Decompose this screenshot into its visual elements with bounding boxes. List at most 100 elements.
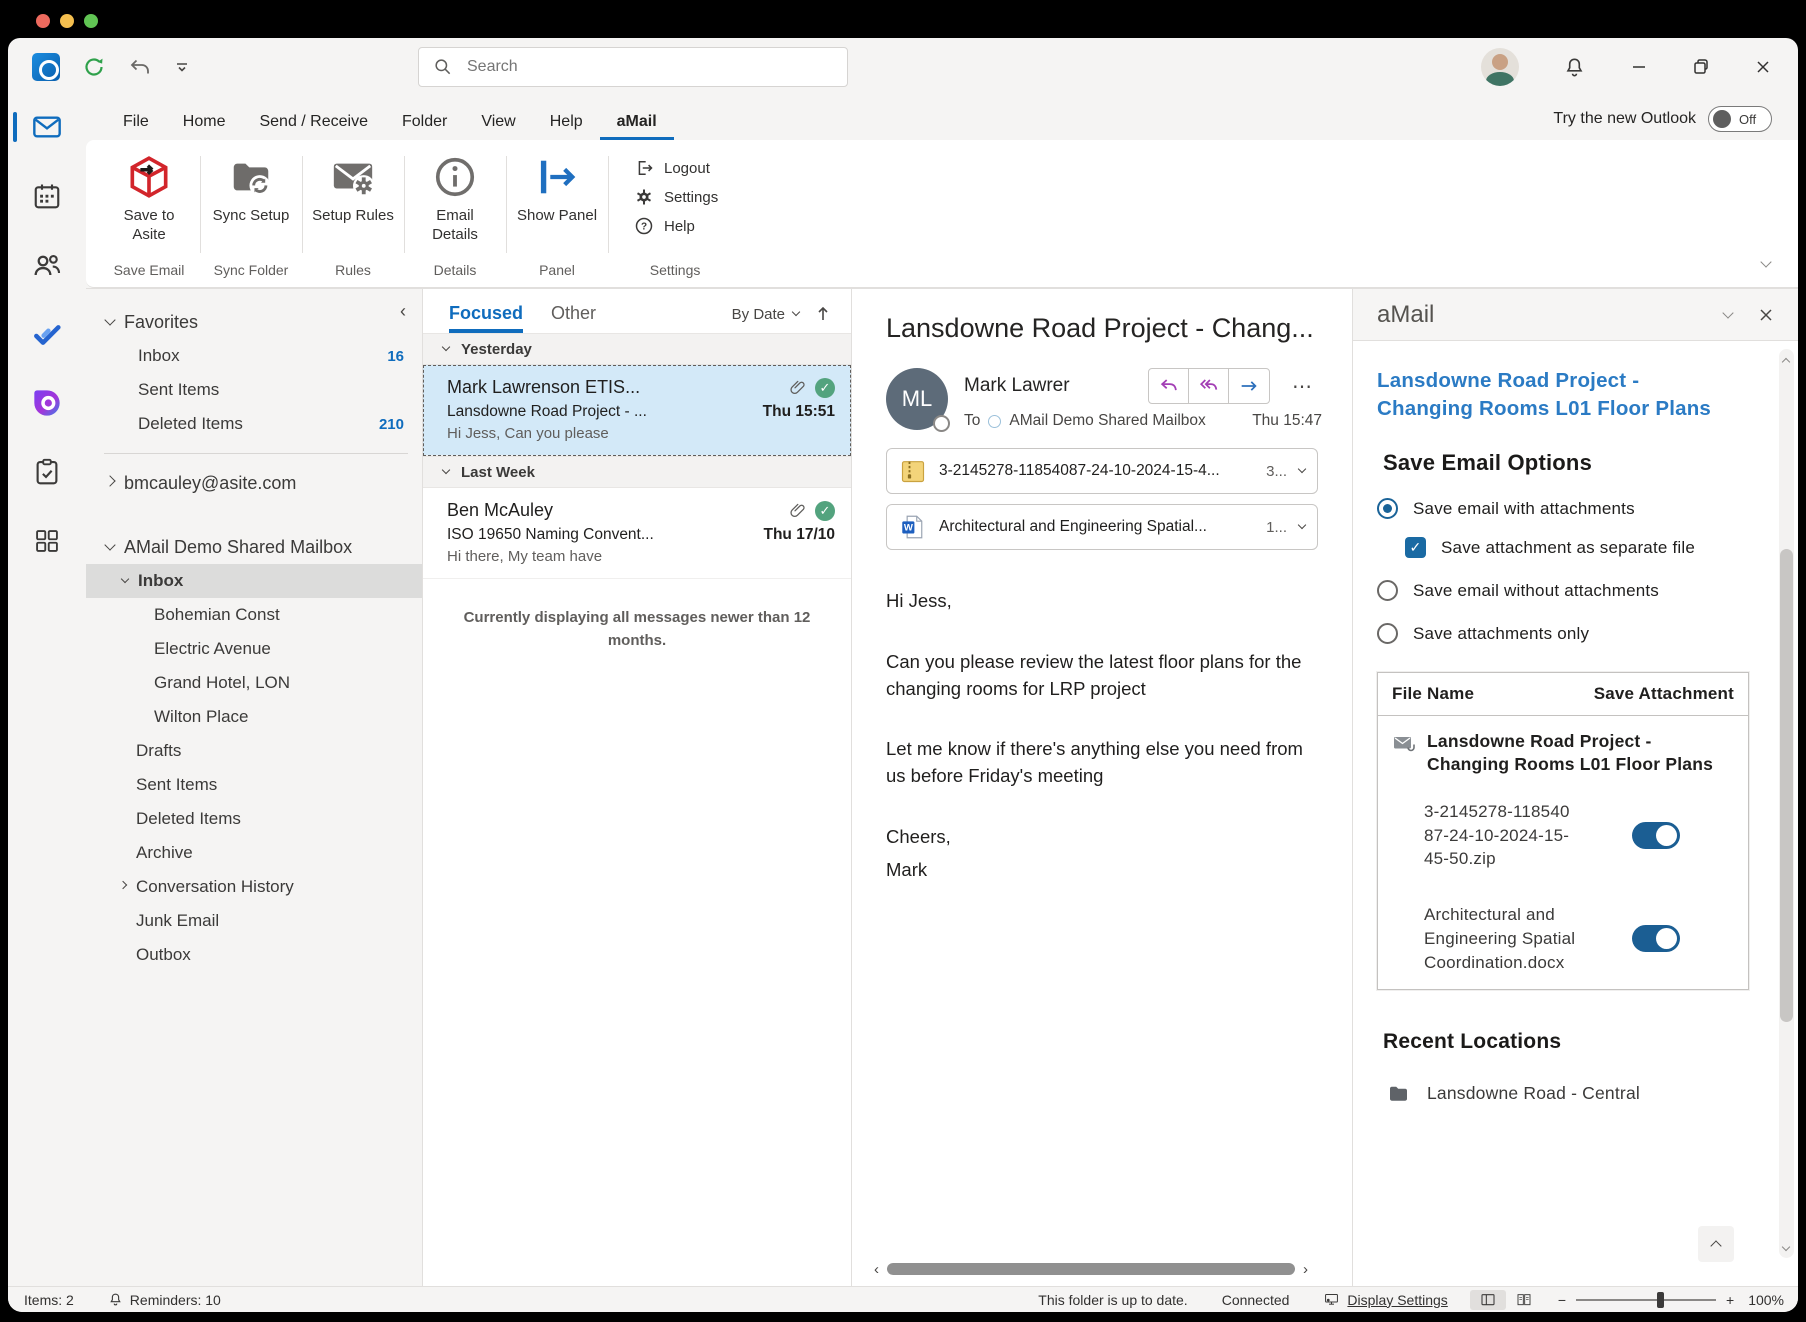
folder-deleted-items[interactable]: Deleted Items bbox=[86, 802, 422, 836]
favorite-sent-items[interactable]: Sent Items bbox=[86, 373, 422, 407]
zoom-slider-thumb[interactable] bbox=[1657, 1292, 1664, 1308]
folder-electric-avenue[interactable]: Electric Avenue bbox=[86, 632, 422, 666]
close-window-icon[interactable] bbox=[36, 14, 50, 28]
panel-close-icon[interactable] bbox=[1758, 307, 1774, 323]
tab-view[interactable]: View bbox=[464, 104, 532, 140]
zoom-out-button[interactable]: − bbox=[1558, 1292, 1566, 1308]
reply-all-button[interactable] bbox=[1189, 369, 1229, 403]
folder-inbox-selected[interactable]: Inbox bbox=[86, 564, 422, 598]
folder-outbox[interactable]: Outbox bbox=[86, 938, 422, 972]
customize-toolbar-icon[interactable] bbox=[174, 59, 190, 75]
folder-conversation-history[interactable]: Conversation History bbox=[86, 870, 422, 904]
scrollbar-thumb[interactable] bbox=[1780, 549, 1793, 1022]
group-header-last-week[interactable]: Last Week bbox=[423, 456, 851, 488]
sender-avatar[interactable]: ML bbox=[886, 368, 948, 430]
recent-location-item[interactable]: Lansdowne Road - Central bbox=[1387, 1082, 1748, 1106]
scrollbar-thumb[interactable] bbox=[887, 1263, 1295, 1275]
save-to-asite-button[interactable]: Save to Asite bbox=[102, 148, 196, 245]
recipient-name[interactable]: AMail Demo Shared Mailbox bbox=[1009, 412, 1205, 430]
user-avatar[interactable] bbox=[1481, 48, 1519, 86]
reply-button[interactable] bbox=[1149, 369, 1189, 403]
favorite-inbox[interactable]: Inbox 16 bbox=[86, 339, 422, 373]
folder-junk-email[interactable]: Junk Email bbox=[86, 904, 422, 938]
tab-focused[interactable]: Focused bbox=[449, 303, 523, 333]
tab-file[interactable]: File bbox=[106, 104, 166, 140]
attachment-chip-zip[interactable]: 3-2145278-11854087-24-10-2024-15-4... 3.… bbox=[886, 448, 1318, 494]
radio-selected-icon[interactable] bbox=[1377, 498, 1398, 519]
email-details-button[interactable]: Email Details bbox=[408, 148, 502, 245]
folder-archive[interactable]: Archive bbox=[86, 836, 422, 870]
rail-apps-icon[interactable] bbox=[27, 524, 67, 558]
chevron-right-icon[interactable] bbox=[119, 881, 127, 889]
show-panel-button[interactable]: Show Panel bbox=[510, 148, 604, 226]
sort-by-date-dropdown[interactable]: By Date bbox=[732, 305, 831, 333]
folder-grand-hotel[interactable]: Grand Hotel, LON bbox=[86, 666, 422, 700]
tab-home[interactable]: Home bbox=[166, 104, 243, 140]
horizontal-scrollbar[interactable]: ‹ › bbox=[874, 1260, 1308, 1278]
option-save-separate-file[interactable]: ✓ Save attachment as separate file bbox=[1405, 537, 1748, 558]
rail-todo-icon[interactable] bbox=[27, 317, 67, 351]
account-node[interactable]: bmcauley@asite.com bbox=[86, 466, 422, 500]
scroll-down-icon[interactable] bbox=[1782, 1243, 1790, 1251]
chevron-down-icon[interactable] bbox=[1298, 521, 1306, 529]
fullscreen-window-icon[interactable] bbox=[84, 14, 98, 28]
undo-icon[interactable] bbox=[128, 55, 152, 79]
sync-setup-button[interactable]: Sync Setup bbox=[204, 148, 298, 226]
folder-drafts[interactable]: Drafts bbox=[86, 734, 422, 768]
more-actions-button[interactable]: ⋯ bbox=[1282, 369, 1322, 403]
shared-mailbox-node[interactable]: AMail Demo Shared Mailbox bbox=[86, 530, 422, 564]
tab-help[interactable]: Help bbox=[533, 104, 600, 140]
attachment-chip-word[interactable]: W Architectural and Engineering Spatial.… bbox=[886, 504, 1318, 550]
minimize-window-icon[interactable] bbox=[60, 14, 74, 28]
sort-ascending-icon[interactable] bbox=[815, 305, 831, 323]
setup-rules-button[interactable]: Setup Rules bbox=[306, 148, 400, 226]
chevron-right-icon[interactable] bbox=[104, 475, 115, 486]
option-save-with-attachments[interactable]: Save email with attachments bbox=[1377, 498, 1748, 519]
panel-scrollbar[interactable] bbox=[1779, 349, 1794, 1258]
send-receive-refresh-icon[interactable] bbox=[82, 55, 106, 79]
close-button[interactable] bbox=[1754, 58, 1772, 76]
tab-folder[interactable]: Folder bbox=[385, 104, 464, 140]
reading-view-button[interactable] bbox=[1506, 1290, 1542, 1310]
chevron-down-icon[interactable] bbox=[1298, 465, 1306, 473]
reading-pane-view-button[interactable] bbox=[1470, 1290, 1506, 1310]
reminders-status[interactable]: Reminders: 10 bbox=[108, 1292, 221, 1308]
chevron-down-icon[interactable] bbox=[104, 314, 115, 325]
rail-mail-icon[interactable] bbox=[27, 110, 67, 144]
new-outlook-toggle[interactable]: Off bbox=[1708, 106, 1772, 132]
zoom-in-button[interactable]: + bbox=[1726, 1292, 1734, 1308]
rail-tasks-icon[interactable] bbox=[27, 455, 67, 489]
checkbox-checked-icon[interactable]: ✓ bbox=[1405, 537, 1426, 558]
option-save-attachments-only[interactable]: Save attachments only bbox=[1377, 623, 1748, 644]
display-settings-button[interactable]: Display Settings bbox=[1323, 1292, 1447, 1308]
tab-other[interactable]: Other bbox=[551, 303, 596, 333]
collapse-folder-pane-icon[interactable]: ‹ bbox=[400, 301, 406, 322]
folder-sent-items[interactable]: Sent Items bbox=[86, 768, 422, 802]
search-bar[interactable] bbox=[418, 47, 848, 87]
scroll-to-top-button[interactable] bbox=[1698, 1226, 1734, 1262]
scroll-up-icon[interactable] bbox=[1782, 358, 1790, 366]
save-attachment-toggle[interactable] bbox=[1632, 822, 1680, 849]
scroll-left-arrow[interactable]: ‹ bbox=[874, 1261, 879, 1278]
chevron-down-icon[interactable] bbox=[121, 575, 129, 583]
settings-button[interactable]: Settings bbox=[634, 187, 718, 207]
rail-people-icon[interactable] bbox=[27, 248, 67, 282]
outlook-app-icon[interactable] bbox=[32, 53, 60, 81]
scroll-right-arrow[interactable]: › bbox=[1303, 1261, 1308, 1278]
help-button[interactable]: ? Help bbox=[634, 216, 695, 236]
option-save-without-attachments[interactable]: Save email without attachments bbox=[1377, 580, 1748, 601]
folder-wilton-place[interactable]: Wilton Place bbox=[86, 700, 422, 734]
radio-icon[interactable] bbox=[1377, 580, 1398, 601]
email-list-item[interactable]: Ben McAuley ✓ ISO 19650 Naming Convent..… bbox=[423, 488, 851, 579]
favorites-header[interactable]: Favorites bbox=[86, 305, 422, 339]
minimize-button[interactable] bbox=[1630, 58, 1648, 76]
logout-button[interactable]: Logout bbox=[634, 158, 710, 178]
forward-button[interactable] bbox=[1229, 369, 1269, 403]
zoom-slider[interactable] bbox=[1576, 1299, 1716, 1301]
search-input[interactable] bbox=[465, 57, 833, 77]
notifications-bell-icon[interactable] bbox=[1563, 56, 1586, 79]
panel-collapse-icon[interactable] bbox=[1722, 307, 1733, 318]
zoom-level[interactable]: 100% bbox=[1748, 1292, 1784, 1308]
folder-bohemian-const[interactable]: Bohemian Const bbox=[86, 598, 422, 632]
tab-send-receive[interactable]: Send / Receive bbox=[242, 104, 385, 140]
